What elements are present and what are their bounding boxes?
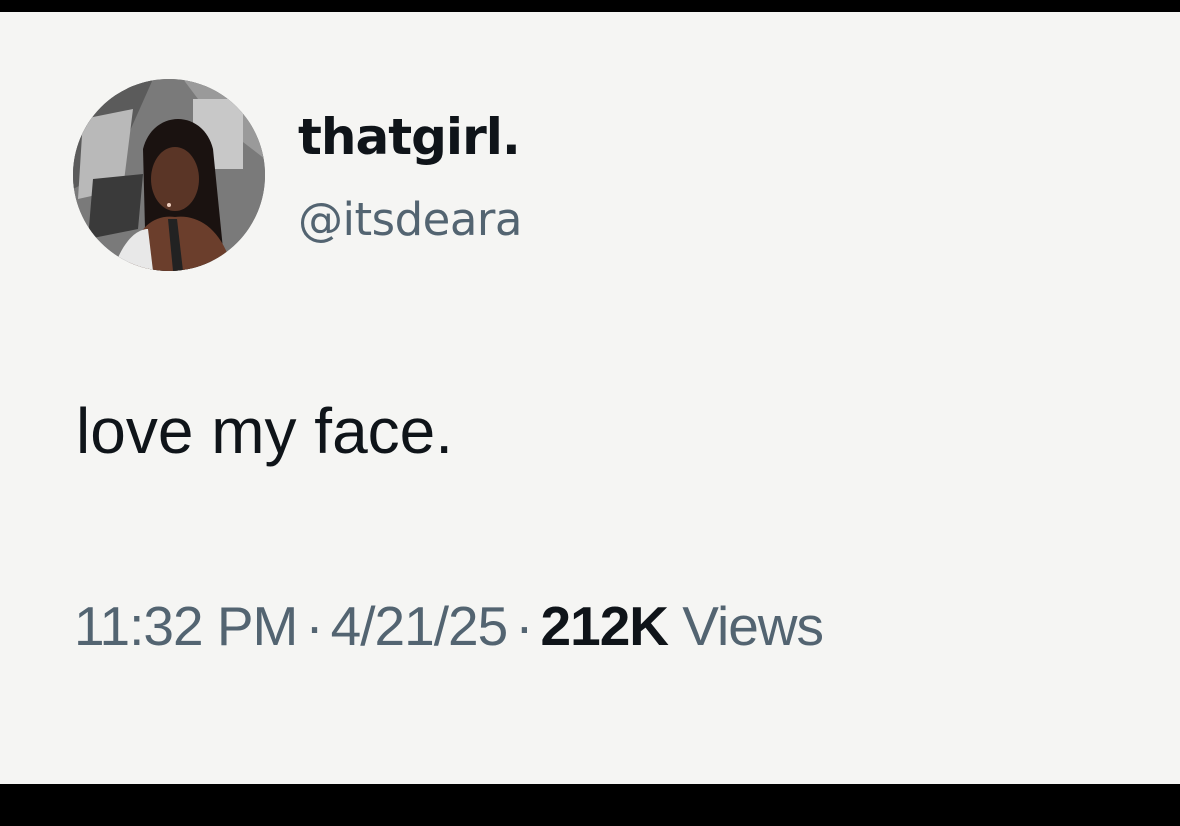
letterbox-top	[0, 0, 1180, 12]
views-count[interactable]: 212K	[541, 595, 669, 657]
views-label: Views	[682, 595, 824, 657]
meta-separator: ·	[305, 595, 323, 657]
tweet-meta: 11:32 PM · 4/21/25 · 212K Views	[74, 594, 824, 658]
tweet-time[interactable]: 11:32 PM	[74, 595, 298, 657]
letterbox-bottom	[0, 784, 1180, 826]
meta-separator: ·	[515, 595, 533, 657]
handle[interactable]: @itsdeara	[298, 193, 523, 246]
tweet-card: thatgirl. @itsdeara love my face. 11:32 …	[0, 12, 1180, 784]
tweet-text: love my face.	[76, 395, 454, 467]
avatar-photo	[73, 79, 265, 271]
avatar[interactable]	[73, 79, 265, 271]
tweet-date[interactable]: 4/21/25	[331, 595, 509, 657]
display-name[interactable]: thatgirl.	[298, 108, 521, 166]
